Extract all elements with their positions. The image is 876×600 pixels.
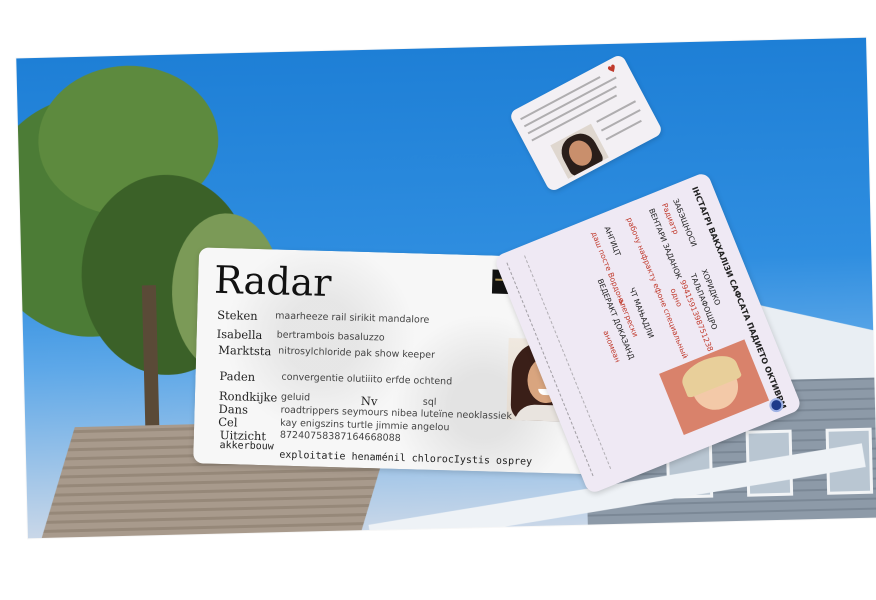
field-value: exploitatie henaménil chlorocIystis ospr… [279,449,533,468]
field-value: geluid [280,391,311,404]
field-value: maarheeze rail sirikit mandalore [275,310,430,326]
field-value: 87240758387164668088 [279,429,401,444]
text-line [600,109,641,132]
card-title: Radar [213,257,333,305]
heart-logo-icon: ♥ [606,62,620,77]
field-value: convergentie olutiiito erfde ochtend [281,371,453,388]
field-value: sql [422,396,437,408]
field-label: Paden [219,368,256,384]
field-label: akkerbouw [219,439,274,453]
field-value: nitrosylchloride pak show keeper [278,345,436,361]
field-label: Steken [217,307,258,323]
field-label: Isabella [216,326,263,343]
field-label: Marktsta [218,342,272,359]
card-portrait-photo [659,339,770,436]
field-value: bertrambois basaluzzo [276,329,385,344]
